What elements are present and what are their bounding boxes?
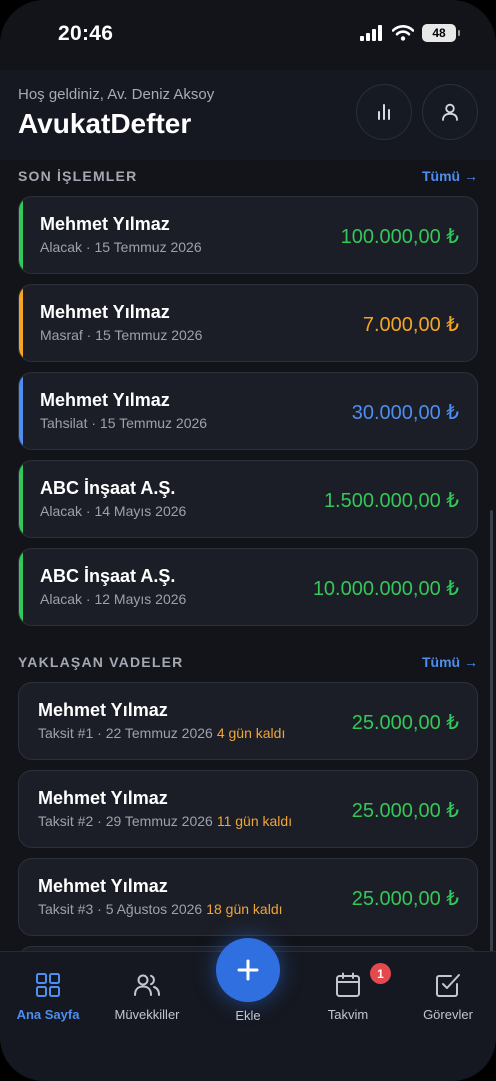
calendar-badge: 1 xyxy=(370,963,391,984)
type-accent-bar xyxy=(19,285,23,361)
greeting-text: Hoş geldiniz, Av. Deniz Aksoy xyxy=(18,86,215,103)
user-icon xyxy=(442,103,458,121)
client-name: Mehmet Yılmaz xyxy=(38,876,168,896)
app-screen: 20:46 48 Hoş geldiniz, Av. Deniz Aksoy A… xyxy=(0,0,496,1081)
tab-label: Takvim xyxy=(327,1007,369,1022)
transaction-meta: Masraf · 15 Temmuz 2026 xyxy=(40,327,203,343)
add-button[interactable] xyxy=(216,938,280,1002)
installment-meta: Taksit #3 · 5 Ağustos 2026 18 gün kaldı xyxy=(38,901,283,917)
transaction-meta: Alacak · 14 Mayıs 2026 xyxy=(40,503,187,519)
installment-amount: 25.000,00 ₺ xyxy=(351,888,459,910)
see-all-upcoming-link[interactable]: Tümü → xyxy=(422,654,478,670)
tab-label: Ana Sayfa xyxy=(16,1007,80,1022)
due-card[interactable]: Mehmet Yılmaz Taksit #3 · 5 Ağustos 2026… xyxy=(18,858,478,936)
client-name: Mehmet Yılmaz xyxy=(40,214,170,234)
users-icon xyxy=(134,974,160,996)
days-left-label: 18 gün kaldı xyxy=(206,901,283,917)
status-time: 20:46 xyxy=(58,22,114,45)
transaction-card[interactable]: ABC İnşaat A.Ş. Alacak · 12 Mayıs 2026 1… xyxy=(18,548,478,626)
transaction-card[interactable]: Mehmet Yılmaz Tahsilat · 15 Temmuz 2026 … xyxy=(18,372,478,450)
tab-tasks[interactable]: Görevler xyxy=(400,952,496,1032)
client-name: Mehmet Yılmaz xyxy=(40,302,170,322)
transaction-amount: 10.000.000,00 ₺ xyxy=(312,578,459,600)
home-indicator xyxy=(0,1070,496,1081)
days-left-label: 4 gün kaldı xyxy=(216,725,286,741)
transaction-card[interactable]: Mehmet Yılmaz Masraf · 15 Temmuz 2026 7.… xyxy=(18,284,478,362)
tab-home[interactable]: Ana Sayfa xyxy=(0,952,96,1032)
transaction-card[interactable]: ABC İnşaat A.Ş. Alacak · 14 Mayıs 2026 1… xyxy=(18,460,478,538)
profile-button[interactable] xyxy=(422,84,478,140)
transaction-amount: 30.000,00 ₺ xyxy=(351,402,459,424)
plus-icon xyxy=(237,959,259,981)
add-button-label: Ekle xyxy=(235,1008,261,1023)
installment-meta: Taksit #2 · 29 Temmuz 2026 11 gün kaldı xyxy=(38,813,292,829)
transaction-meta: Alacak · 12 Mayıs 2026 xyxy=(40,591,187,607)
section-title: YAKLAŞAN VADELER xyxy=(18,654,184,670)
installment-date: Taksit #1 · 22 Temmuz 2026 xyxy=(38,725,213,741)
main-content[interactable]: SON İŞLEMLER Tümü → Mehmet Yılmaz Alacak… xyxy=(0,160,496,951)
app-header: Hoş geldiniz, Av. Deniz Aksoy AvukatDeft… xyxy=(0,70,496,160)
transaction-meta: Alacak · 15 Temmuz 2026 xyxy=(40,239,202,255)
section-title: SON İŞLEMLER xyxy=(18,168,138,184)
installment-amount: 25.000,00 ₺ xyxy=(351,800,459,822)
transaction-meta: Tahsilat · 15 Temmuz 2026 xyxy=(40,415,208,431)
client-name: ABC İnşaat A.Ş. xyxy=(40,566,176,586)
client-name: Mehmet Yılmaz xyxy=(40,390,170,410)
transaction-card[interactable]: Mehmet Yılmaz Alacak · 15 Temmuz 2026 10… xyxy=(18,196,478,274)
calendar-icon xyxy=(336,972,360,997)
transaction-amount: 100.000,00 ₺ xyxy=(340,226,459,248)
recent-section-header: SON İŞLEMLER Tümü → xyxy=(18,168,478,188)
installment-meta: Taksit #1 · 22 Temmuz 2026 4 gün kaldı xyxy=(38,725,285,741)
wifi-icon xyxy=(392,25,414,41)
grid-icon xyxy=(36,973,60,997)
statistics-button[interactable] xyxy=(356,84,412,140)
client-name: ABC İnşaat A.Ş. xyxy=(40,478,176,498)
type-accent-bar xyxy=(19,461,23,537)
checkbox-icon xyxy=(436,974,460,997)
status-icons: 48 xyxy=(360,24,460,42)
type-accent-bar xyxy=(19,549,23,625)
upcoming-section-header: YAKLAŞAN VADELER Tümü → xyxy=(18,654,478,674)
bar-chart-icon xyxy=(378,104,390,120)
tab-label: Görevler xyxy=(423,1007,473,1022)
client-name: Mehmet Yılmaz xyxy=(38,788,168,808)
status-bar: 20:46 48 xyxy=(0,0,496,70)
installment-date: Taksit #3 · 5 Ağustos 2026 xyxy=(38,901,203,917)
client-name: Mehmet Yılmaz xyxy=(38,700,168,720)
installment-amount: 25.000,00 ₺ xyxy=(351,712,459,734)
app-title: AvukatDefter xyxy=(18,108,192,139)
installment-date: Taksit #2 · 29 Temmuz 2026 xyxy=(38,813,213,829)
scrollbar[interactable] xyxy=(490,510,493,970)
days-left-label: 11 gün kaldı xyxy=(216,813,293,829)
see-all-recent-link[interactable]: Tümü → xyxy=(422,168,478,184)
tab-clients[interactable]: Müvekkiller xyxy=(99,952,195,1032)
due-card[interactable]: Mehmet Yılmaz Taksit #1 · 22 Temmuz 2026… xyxy=(18,682,478,760)
battery-indicator: 48 xyxy=(422,24,460,42)
tab-label: Müvekkiller xyxy=(114,1007,180,1022)
type-accent-bar xyxy=(19,197,23,273)
cellular-signal-icon xyxy=(360,25,382,41)
transaction-amount: 7.000,00 ₺ xyxy=(362,314,459,336)
due-card[interactable]: Mehmet Yılmaz Taksit #2 · 29 Temmuz 2026… xyxy=(18,770,478,848)
transaction-amount: 1.500.000,00 ₺ xyxy=(323,490,459,512)
type-accent-bar xyxy=(19,373,23,449)
